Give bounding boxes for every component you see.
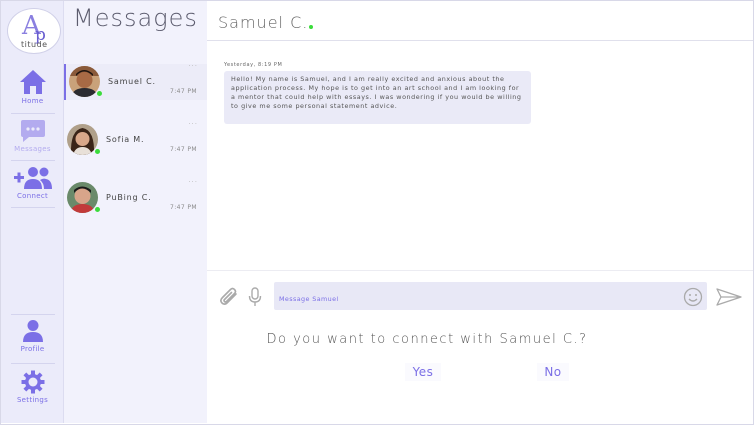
nav-label-messages: Messages <box>14 145 51 153</box>
connect-question: Do you want to connect with Samuel C.? <box>266 332 588 347</box>
add-user-icon <box>13 167 52 189</box>
nav-label-connect: Connect <box>16 192 49 200</box>
conversation-list: Messages ... Samuel C. 7:47 PM ... Sofia… <box>64 1 207 423</box>
conversation-name: Samuel C. <box>108 77 156 86</box>
conversation-name: PuBing C. <box>106 193 152 202</box>
online-indicator <box>97 91 102 96</box>
sidebar-nav: A p titude Home Messages Connect Profile… <box>1 1 64 423</box>
avatar <box>69 66 100 97</box>
avatar <box>67 182 98 213</box>
message-bubble: Hello! My name is Samuel, and I am reall… <box>224 71 531 124</box>
nav-label-home: Home <box>21 97 44 105</box>
nav-label-settings: Settings <box>16 396 49 404</box>
microphone-icon[interactable] <box>248 287 262 311</box>
online-indicator <box>95 149 100 154</box>
nav-divider <box>11 363 55 364</box>
more-options-icon[interactable]: ... <box>188 176 198 184</box>
logo-wordmark: titude <box>21 40 48 49</box>
more-options-icon[interactable]: ... <box>188 118 198 126</box>
nav-divider <box>11 113 55 114</box>
nav-item-home[interactable]: Home <box>1 69 64 115</box>
home-icon <box>19 70 46 94</box>
nav-item-profile[interactable]: Profile <box>1 319 64 365</box>
page-title: Messages <box>73 4 198 32</box>
nav-divider <box>11 314 55 315</box>
message-timestamp: Yesterday, 8:19 PM <box>224 62 283 68</box>
conversation-name: Sofia M. <box>106 135 145 144</box>
emoji-icon[interactable] <box>683 287 703 311</box>
online-indicator <box>309 25 313 29</box>
chat-icon <box>20 120 45 142</box>
online-indicator <box>95 207 100 212</box>
conversation-item-sofia[interactable]: ... Sofia M. 7:47 PM <box>64 118 207 158</box>
yes-button[interactable]: Yes <box>405 363 441 381</box>
avatar <box>67 124 98 155</box>
nav-item-connect[interactable]: Connect <box>1 166 64 212</box>
attachment-icon[interactable] <box>218 286 240 312</box>
nav-divider <box>11 160 55 161</box>
no-button[interactable]: No <box>537 363 569 381</box>
chat-title: Samuel C. <box>218 13 309 32</box>
gear-icon <box>21 370 44 394</box>
more-options-icon[interactable]: ... <box>188 60 198 68</box>
person-icon <box>22 320 43 342</box>
nav-label-profile: Profile <box>20 345 45 353</box>
app-logo[interactable]: A p titude <box>7 8 61 54</box>
conversation-item-pubing[interactable]: ... PuBing C. 7:47 PM <box>64 176 207 216</box>
conversation-time: 7:47 PM <box>170 88 197 95</box>
message-input[interactable] <box>274 282 707 310</box>
chat-header: Samuel C. <box>207 1 753 41</box>
conversation-item-samuel[interactable]: ... Samuel C. 7:47 PM <box>64 60 207 100</box>
conversation-time: 7:47 PM <box>170 146 197 153</box>
composer-divider <box>207 270 753 271</box>
nav-item-settings[interactable]: Settings <box>1 370 64 416</box>
nav-item-messages[interactable]: Messages <box>1 119 64 165</box>
conversation-time: 7:47 PM <box>170 204 197 211</box>
nav-divider <box>11 207 55 208</box>
send-icon[interactable] <box>716 288 742 310</box>
